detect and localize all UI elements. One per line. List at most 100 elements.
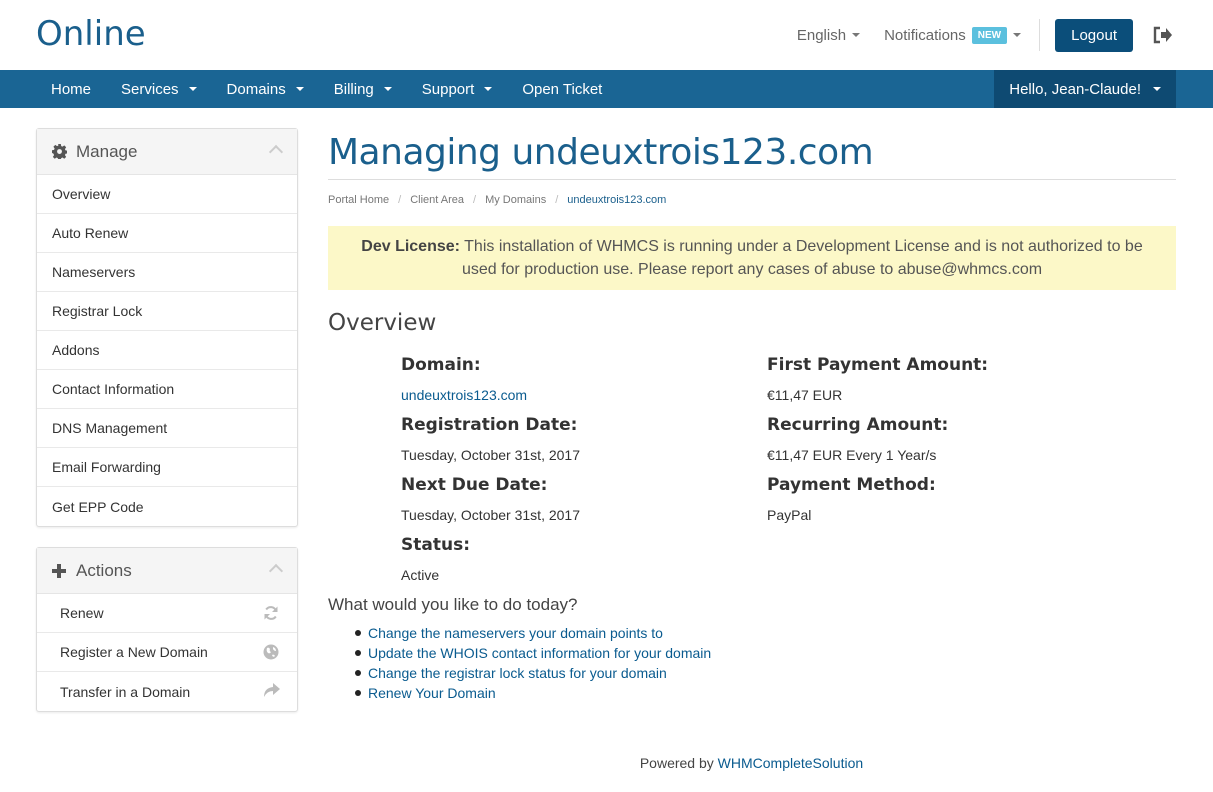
- footer: Powered by WHMCompleteSolution: [0, 755, 1213, 771]
- nav-label: Domains: [226, 80, 286, 98]
- nav-label: Billing: [333, 80, 374, 98]
- actions-panel-title: Actions: [76, 560, 132, 580]
- sidebar-item-dns-management[interactable]: DNS Management: [37, 409, 297, 448]
- breadcrumb-client-area[interactable]: Client Area: [410, 194, 464, 206]
- manage-panel-header[interactable]: Manage: [37, 129, 297, 175]
- manage-panel-title: Manage: [76, 141, 138, 161]
- caret-down-icon: [383, 87, 392, 91]
- breadcrumb: Portal Home / Client Area / My Domains /…: [328, 190, 1176, 210]
- actions-panel: Actions Renew Register a New Domain Tran…: [36, 547, 298, 712]
- caret-down-icon: [1153, 87, 1161, 91]
- action-register-domain[interactable]: Register a New Domain: [37, 633, 297, 672]
- action-label: Renew: [60, 605, 104, 621]
- footer-whmcs-link[interactable]: WHMCompleteSolution: [718, 755, 864, 771]
- chevron-up-icon[interactable]: [268, 563, 284, 579]
- action-label: Transfer in a Domain: [60, 683, 191, 700]
- first-payment-label: First Payment Amount:: [767, 355, 989, 375]
- breadcrumb-my-domains[interactable]: My Domains: [485, 194, 546, 206]
- alert-text: This installation of WHMCS is running un…: [461, 238, 1143, 278]
- list-item: Change the nameservers your domain point…: [328, 623, 1176, 643]
- recurring-amount-value: €11,47 EUR Every 1 Year/s: [767, 447, 937, 463]
- top-header: Online English Notifications NEW Logout: [0, 0, 1213, 70]
- main-navbar: Home Services Domains Billing Support Op…: [0, 70, 1213, 108]
- list-item: Renew Your Domain: [328, 683, 1176, 703]
- update-whois-link[interactable]: Update the WHOIS contact information for…: [368, 645, 711, 661]
- globe-icon: [263, 644, 279, 660]
- sidebar-item-addons[interactable]: Addons: [37, 331, 297, 370]
- caret-down-icon: [295, 87, 304, 91]
- breadcrumb-portal-home[interactable]: Portal Home: [328, 194, 389, 206]
- registration-date-label: Registration Date:: [401, 415, 578, 435]
- main-content: Managing undeuxtrois123.com Portal Home …: [328, 128, 1176, 703]
- overview-right-column: First Payment Amount: €11,47 EUR Recurri…: [767, 350, 988, 530]
- breadcrumb-separator: /: [555, 194, 559, 206]
- caret-down-icon: [852, 33, 861, 37]
- sidebar-item-email-forwarding[interactable]: Email Forwarding: [37, 448, 297, 487]
- logout-button[interactable]: Logout: [1055, 18, 1133, 52]
- nav-billing[interactable]: Billing: [319, 70, 407, 108]
- caret-down-icon: [188, 87, 197, 91]
- recurring-amount-label: Recurring Amount:: [767, 415, 949, 435]
- renew-domain-link[interactable]: Renew Your Domain: [368, 685, 496, 701]
- footer-prefix: Powered by: [639, 755, 714, 771]
- user-menu-dropdown[interactable]: Hello, Jean-Claude!: [994, 70, 1176, 108]
- sidebar-item-nameservers[interactable]: Nameservers: [37, 253, 297, 292]
- overview-details: Domain: undeuxtrois123.com Registration …: [328, 350, 1176, 595]
- sidebar-item-get-epp-code[interactable]: Get EPP Code: [37, 487, 297, 526]
- actions-panel-header[interactable]: Actions: [37, 548, 297, 594]
- nav-label: Home: [51, 80, 92, 98]
- plus-icon: [52, 563, 68, 579]
- site-logo[interactable]: Online: [36, 14, 146, 54]
- breadcrumb-current: undeuxtrois123.com: [567, 194, 667, 206]
- sidebar-item-overview[interactable]: Overview: [37, 175, 297, 214]
- domain-value-link[interactable]: undeuxtrois123.com: [401, 380, 580, 410]
- next-due-date-label: Next Due Date:: [401, 475, 548, 495]
- notifications-label: Notifications: [884, 26, 966, 44]
- notifications-dropdown[interactable]: Notifications NEW: [884, 26, 1022, 44]
- share-arrow-icon: [263, 683, 280, 699]
- change-nameservers-link[interactable]: Change the nameservers your domain point…: [368, 625, 663, 641]
- nav-label: Open Ticket: [522, 80, 603, 98]
- overview-heading: Overview: [328, 310, 437, 336]
- nav-services[interactable]: Services: [106, 70, 212, 108]
- sidebar-item-registrar-lock[interactable]: Registrar Lock: [37, 292, 297, 331]
- nav-home[interactable]: Home: [36, 70, 106, 108]
- dev-license-alert: Dev License: This installation of WHMCS …: [328, 226, 1176, 290]
- sign-out-icon[interactable]: [1153, 25, 1173, 45]
- new-badge: NEW: [971, 26, 1008, 44]
- caret-down-icon: [484, 87, 493, 91]
- payment-method-value: PayPal: [767, 507, 812, 523]
- breadcrumb-separator: /: [473, 194, 477, 206]
- todo-list: Change the nameservers your domain point…: [328, 623, 1176, 703]
- registration-date-value: Tuesday, October 31st, 2017: [401, 447, 580, 463]
- change-registrar-lock-link[interactable]: Change the registrar lock status for you…: [368, 665, 667, 681]
- nav-support[interactable]: Support: [407, 70, 508, 108]
- next-due-date-value: Tuesday, October 31st, 2017: [401, 507, 580, 523]
- list-item: Update the WHOIS contact information for…: [328, 643, 1176, 663]
- overview-left-column: Domain: undeuxtrois123.com Registration …: [401, 350, 580, 590]
- breadcrumb-separator: /: [398, 194, 402, 206]
- sidebar: Manage Overview Auto Renew Nameservers R…: [36, 128, 298, 732]
- language-dropdown[interactable]: English: [796, 26, 861, 44]
- chevron-up-icon[interactable]: [268, 144, 284, 160]
- sidebar-item-contact-information[interactable]: Contact Information: [37, 370, 297, 409]
- action-transfer-domain[interactable]: Transfer in a Domain: [37, 672, 297, 711]
- nav-domains[interactable]: Domains: [212, 70, 319, 108]
- nav-label: Services: [121, 80, 179, 98]
- language-label: English: [796, 26, 847, 44]
- caret-down-icon: [1013, 33, 1022, 37]
- nav-label: Support: [421, 80, 475, 98]
- header-actions: English Notifications NEW Logout: [797, 0, 1173, 70]
- list-item: Change the registrar lock status for you…: [328, 663, 1176, 683]
- nav-open-ticket[interactable]: Open Ticket: [507, 70, 617, 108]
- status-label: Status:: [401, 535, 470, 555]
- sidebar-item-auto-renew[interactable]: Auto Renew: [37, 214, 297, 253]
- alert-label: Dev License:: [361, 238, 460, 255]
- status-value: Active: [401, 567, 440, 583]
- manage-panel: Manage Overview Auto Renew Nameservers R…: [36, 128, 298, 527]
- payment-method-label: Payment Method:: [767, 475, 936, 495]
- action-renew[interactable]: Renew: [37, 594, 297, 633]
- action-label: Register a New Domain: [60, 644, 208, 660]
- domain-label: Domain:: [401, 355, 481, 375]
- page-title: Managing undeuxtrois123.com: [328, 128, 1176, 180]
